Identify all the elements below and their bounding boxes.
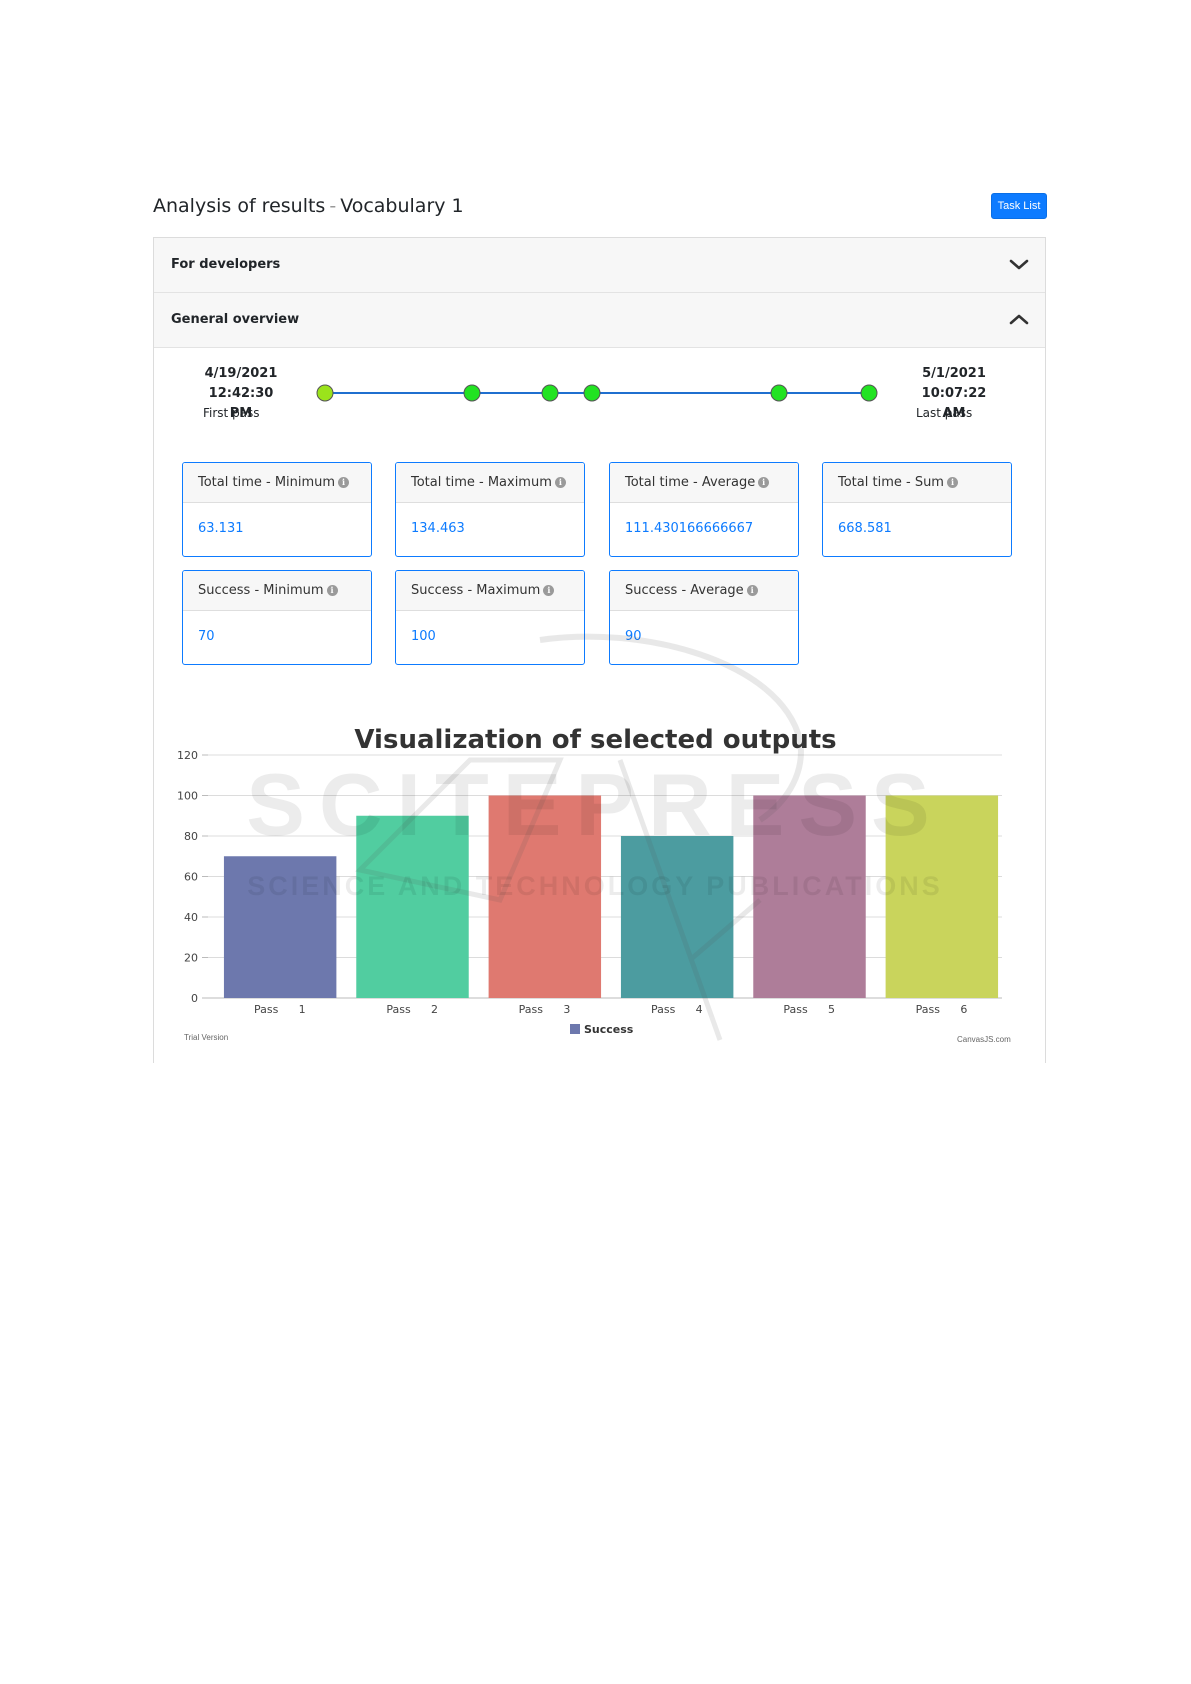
y-tick-label: 80: [184, 830, 198, 843]
x-tick-label: 6: [960, 1003, 967, 1016]
y-tick-label: 40: [184, 911, 198, 924]
x-tick-label: Pass: [386, 1003, 411, 1016]
bar-3[interactable]: [488, 795, 602, 999]
x-tick-label: Pass: [651, 1003, 676, 1016]
x-tick-label: 1: [299, 1003, 306, 1016]
bar-6[interactable]: [885, 795, 999, 999]
bar-5[interactable]: [753, 795, 866, 999]
x-tick-label: 3: [563, 1003, 570, 1016]
success-bar-chart: 0 20 40 60 80 100 120 Pass 1 Pass 2 Pass 3 Pass 4 Pass 5…: [177, 749, 1002, 1036]
bar-1[interactable]: [223, 856, 337, 998]
y-tick-label: 20: [184, 952, 198, 965]
y-tick-label: 0: [191, 992, 198, 1005]
x-tick-label: 2: [431, 1003, 438, 1016]
bar-2[interactable]: [356, 815, 469, 998]
trial-version-note: Trial Version: [184, 1033, 229, 1042]
legend-swatch: [570, 1024, 580, 1034]
legend-label: Success: [584, 1023, 634, 1036]
x-tick-label: Pass: [519, 1003, 544, 1016]
y-tick-label: 100: [177, 790, 198, 803]
x-tick-label: Pass: [916, 1003, 941, 1016]
x-tick-label: Pass: [254, 1003, 279, 1016]
y-tick-label: 120: [177, 749, 198, 762]
x-tick-label: 5: [828, 1003, 835, 1016]
bar-4[interactable]: [620, 836, 734, 998]
x-tick-label: 4: [696, 1003, 703, 1016]
canvasjs-credit[interactable]: CanvasJS.com: [957, 1035, 1011, 1044]
x-tick-label: Pass: [783, 1003, 808, 1016]
y-tick-label: 60: [184, 871, 198, 884]
